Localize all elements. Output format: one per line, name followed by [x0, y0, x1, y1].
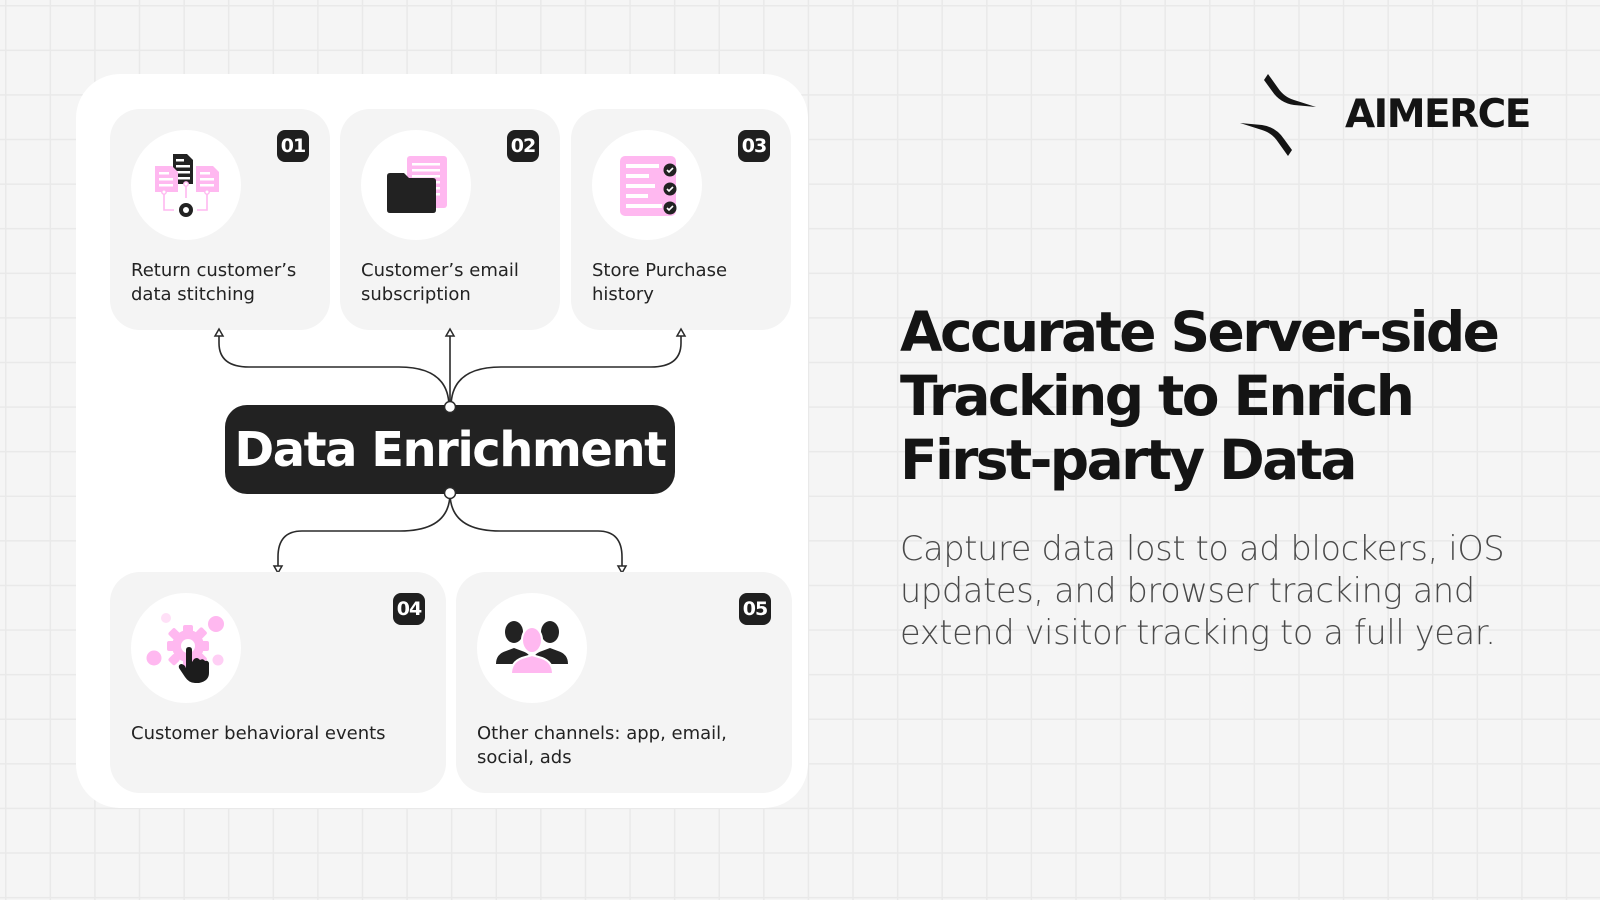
step-badge: 02	[507, 130, 539, 162]
card-label: Store Purchase history	[592, 260, 728, 305]
card-label: Customer behavioral events	[131, 723, 386, 744]
source-card-03: 03 Store Purchase history	[571, 109, 791, 330]
brand-logo	[1238, 74, 1318, 156]
page-headline: Accurate Server-side Tracking to Enrich …	[900, 300, 1580, 492]
card-label: Return customer’s data stitching	[131, 260, 297, 305]
headline-line-3: First-party Data	[900, 428, 1357, 492]
page-subtext: Capture data lost to ad blockers, iOS up…	[900, 529, 1505, 652]
source-card-02: 02 Customer’s email subscription	[340, 109, 560, 330]
gear-click-icon	[146, 613, 224, 683]
purchase-checklist-icon	[620, 156, 677, 216]
users-group-icon	[496, 621, 568, 675]
card-label: Customer’s email subscription	[361, 260, 519, 305]
step-badge: 05	[739, 593, 771, 625]
step-badge: 03	[738, 130, 770, 162]
icon-circle	[131, 593, 241, 703]
icon-circle	[131, 130, 241, 240]
source-card-05: 05 Other channels: app, email, social, a…	[456, 572, 792, 793]
card-label: Other channels: app, email, social, ads	[477, 723, 727, 768]
source-card-04: 04 Customer behavioral events	[110, 572, 446, 793]
aimerce-logo-icon	[1240, 74, 1316, 156]
headline-line-2: Tracking to Enrich	[900, 364, 1415, 428]
step-badge: 04	[393, 593, 425, 625]
icon-circle	[592, 130, 702, 240]
headline-line-1: Accurate Server-side	[900, 300, 1500, 364]
icon-circle	[477, 593, 587, 703]
data-enrichment-hub: Data Enrichment	[225, 405, 675, 494]
brand-name: AIMERCE	[1345, 92, 1531, 137]
step-badge: 01	[277, 130, 309, 162]
email-folder-icon	[387, 156, 447, 213]
data-stitching-icon	[155, 154, 219, 217]
icon-circle	[361, 130, 471, 240]
source-card-01: 01 Return customer’s data stitching	[110, 109, 330, 330]
